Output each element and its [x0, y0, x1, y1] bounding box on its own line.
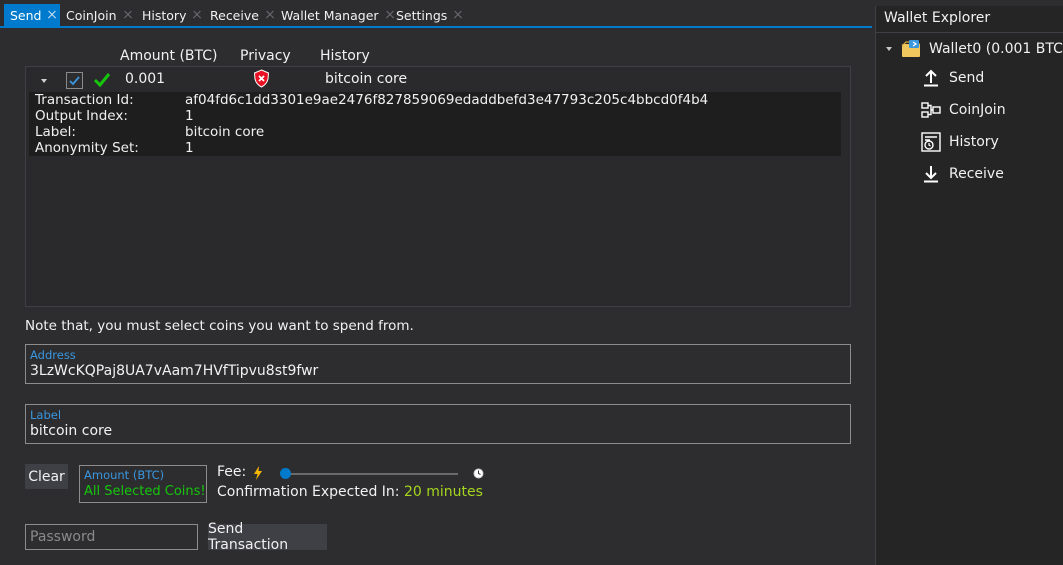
wallet-folder-icon: [901, 40, 920, 57]
tab-label: Send: [10, 7, 42, 23]
amount-value: All Selected Coins!: [84, 484, 206, 499]
tab-history[interactable]: History: [136, 4, 203, 26]
detail-key: Label:: [35, 124, 76, 140]
wallet-item-label: Send: [949, 70, 985, 86]
close-icon[interactable]: [122, 9, 134, 21]
select-coins-note: Note that, you must select coins you wan…: [25, 318, 414, 334]
confirmation-label: Confirmation Expected In:: [217, 484, 400, 500]
confirmed-check-icon: [93, 73, 111, 88]
panel-title: Wallet Explorer: [884, 10, 991, 26]
wallet-item-coinjoin[interactable]: CoinJoin: [920, 99, 1006, 121]
tab-receive[interactable]: Receive: [204, 4, 276, 26]
confirmation-estimate: Confirmation Expected In: 20 minutes: [217, 484, 483, 500]
tab-label: History: [142, 7, 187, 23]
label-caption: Label: [30, 408, 62, 422]
close-icon[interactable]: [191, 9, 203, 21]
detail-key: Transaction Id:: [35, 92, 134, 108]
coin-label: bitcoin core: [185, 124, 265, 140]
close-icon[interactable]: [452, 9, 464, 21]
wallet-item-history[interactable]: History: [920, 131, 999, 153]
tab-label: CoinJoin: [66, 7, 117, 23]
tab-label: Receive: [210, 7, 259, 23]
tab-underline: [0, 26, 872, 28]
fee-label: Fee:: [217, 464, 247, 480]
expand-toggle-icon[interactable]: [41, 79, 47, 83]
wallet-item-receive[interactable]: Receive: [920, 163, 1004, 185]
tab-send[interactable]: Send: [4, 4, 60, 26]
tab-wallet-manager[interactable]: Wallet Manager: [275, 4, 396, 26]
coin-history: bitcoin core: [325, 71, 408, 87]
coin-list: 0.001 bitcoin core Transaction Id: af04f…: [25, 66, 851, 307]
tab-coinjoin[interactable]: CoinJoin: [60, 4, 134, 26]
lightning-icon: [254, 466, 262, 480]
address-caption: Address: [30, 348, 76, 362]
tab-label: Wallet Manager: [281, 7, 379, 23]
anonymity-set: 1: [185, 140, 194, 156]
detail-key: Output Index:: [35, 108, 128, 124]
send-transaction-button[interactable]: Send Transaction: [208, 521, 327, 553]
label-value[interactable]: bitcoin core: [30, 423, 112, 439]
column-header-privacy[interactable]: Privacy: [240, 48, 291, 64]
wallet-item-label: Receive: [949, 166, 1004, 182]
amount-caption: Amount (BTC): [84, 468, 165, 482]
amount-field[interactable]: Amount (BTC) All Selected Coins!: [79, 465, 207, 503]
clock-icon: [473, 468, 484, 479]
wallet-explorer-panel: Wallet Explorer Wallet0 (0.001 BTC) Send…: [875, 6, 1063, 565]
fee-slider-thumb[interactable]: [279, 468, 291, 479]
coin-select-checkbox[interactable]: [66, 72, 83, 89]
upload-icon: [920, 67, 942, 89]
wallet-item-label: History: [949, 134, 999, 150]
detail-key: Anonymity Set:: [35, 140, 139, 156]
wallet-name[interactable]: Wallet0 (0.001 BTC): [929, 41, 1063, 57]
panel-divider: [876, 32, 1063, 33]
checkmark-icon: [69, 76, 80, 86]
output-index: 1: [185, 108, 194, 124]
label-field[interactable]: Label bitcoin core: [25, 404, 851, 444]
address-value[interactable]: 3LzWcKQPaj8UA7vAam7HVfTipvu8st9fwr: [30, 363, 318, 379]
wallet-item-label: CoinJoin: [949, 102, 1006, 118]
confirmation-time: 20 minutes: [403, 484, 483, 500]
coinjoin-icon: [920, 99, 942, 121]
close-icon[interactable]: [46, 9, 58, 21]
tab-settings[interactable]: Settings: [390, 4, 464, 26]
shield-warning-icon: [253, 69, 270, 88]
wallet-item-send[interactable]: Send: [920, 67, 984, 89]
document-tabs: Send CoinJoin History Receive Wallet Man…: [0, 4, 872, 28]
coin-amount: 0.001: [125, 71, 166, 87]
coin-details: Transaction Id: af04fd6c1dd3301e9ae2476f…: [29, 92, 841, 156]
clear-button[interactable]: Clear: [25, 464, 68, 489]
address-field[interactable]: Address 3LzWcKQPaj8UA7vAam7HVfTipvu8st9f…: [25, 344, 851, 384]
column-header-amount[interactable]: Amount (BTC): [120, 48, 218, 64]
fee-slider-track[interactable]: [285, 473, 458, 475]
collapse-arrow-icon[interactable]: [886, 47, 892, 51]
tab-label: Settings: [396, 7, 448, 23]
password-input[interactable]: [25, 524, 198, 550]
download-icon: [920, 163, 942, 185]
transaction-id: af04fd6c1dd3301e9ae2476f827859069edaddbe…: [185, 92, 709, 108]
column-header-history[interactable]: History: [320, 48, 370, 64]
history-icon: [920, 131, 942, 153]
